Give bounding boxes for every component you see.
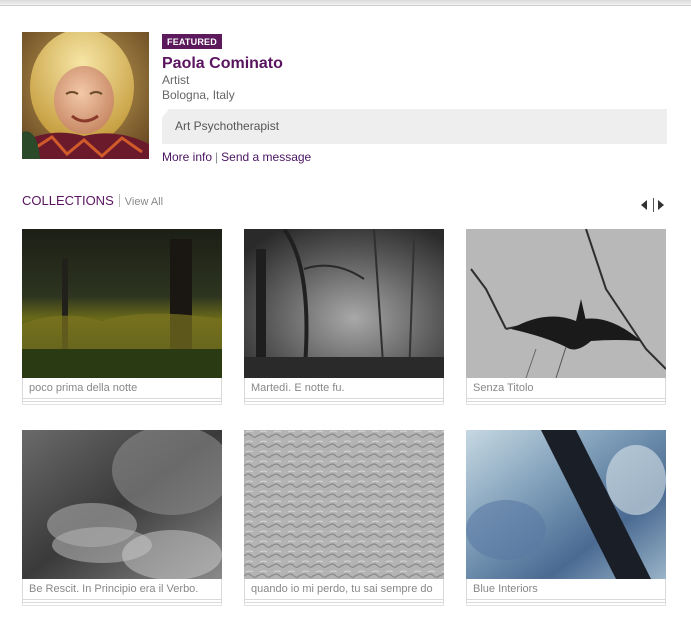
profile-links: More info | Send a message — [162, 150, 667, 165]
collections-header: COLLECTIONS View All — [22, 192, 667, 212]
view-all-link[interactable]: View All — [125, 196, 163, 208]
stack-edge — [22, 402, 222, 405]
pager-divider — [653, 198, 654, 212]
link-separator: | — [215, 150, 219, 164]
header-divider — [118, 194, 120, 207]
stack-edge — [244, 402, 444, 405]
featured-badge: FEATURED — [162, 34, 222, 49]
bio-box: Art Psychotherapist — [161, 109, 667, 144]
featured-profile: FEATURED Paola Cominato Artist Bologna, … — [22, 32, 667, 167]
stack-edge — [466, 402, 666, 405]
chevron-right-icon[interactable] — [658, 200, 664, 210]
collection-card[interactable]: quando io mi perdo, tu sai sempre do — [244, 430, 444, 606]
profile-role: Artist — [162, 73, 190, 87]
stack-edge — [22, 603, 222, 606]
collections-title[interactable]: COLLECTIONS — [22, 193, 114, 208]
collection-thumbnail[interactable] — [22, 430, 222, 579]
collection-thumbnail[interactable] — [22, 229, 222, 378]
bio-text: Art Psychotherapist — [175, 119, 280, 133]
collection-caption[interactable]: quando io mi perdo, tu sai sempre do — [244, 579, 444, 600]
collection-card[interactable]: Martedì. E notte fu. — [244, 229, 444, 405]
stack-edge — [244, 603, 444, 606]
profile-location: Bologna, Italy — [162, 88, 235, 102]
profile-info: FEATURED Paola Cominato Artist Bologna, … — [161, 32, 667, 165]
avatar[interactable] — [22, 32, 149, 159]
avatar-photo — [22, 32, 149, 159]
profile-name[interactable]: Paola Cominato — [162, 55, 667, 73]
more-info-link[interactable]: More info — [162, 150, 212, 164]
collection-caption[interactable]: poco prima della notte — [22, 378, 222, 399]
collection-card[interactable]: Be Rescit. In Principio era il Verbo. — [22, 430, 222, 606]
collection-caption[interactable]: Blue Interiors — [466, 579, 666, 600]
chevron-left-icon[interactable] — [641, 200, 647, 210]
collection-card[interactable]: poco prima della notte — [22, 229, 222, 405]
collection-caption[interactable]: Be Rescit. In Principio era il Verbo. — [22, 579, 222, 600]
collection-card[interactable]: Senza Titolo — [466, 229, 666, 405]
collection-card[interactable]: Blue Interiors — [466, 430, 666, 606]
collection-caption[interactable]: Martedì. E notte fu. — [244, 378, 444, 399]
send-message-link[interactable]: Send a message — [221, 150, 311, 164]
collection-thumbnail[interactable] — [244, 229, 444, 378]
top-border-strip — [0, 0, 691, 6]
collection-thumbnail[interactable] — [466, 430, 666, 579]
collection-caption[interactable]: Senza Titolo — [466, 378, 666, 399]
pager — [641, 198, 667, 212]
collection-thumbnail[interactable] — [244, 430, 444, 579]
stack-edge — [466, 603, 666, 606]
collection-thumbnail[interactable] — [466, 229, 666, 378]
